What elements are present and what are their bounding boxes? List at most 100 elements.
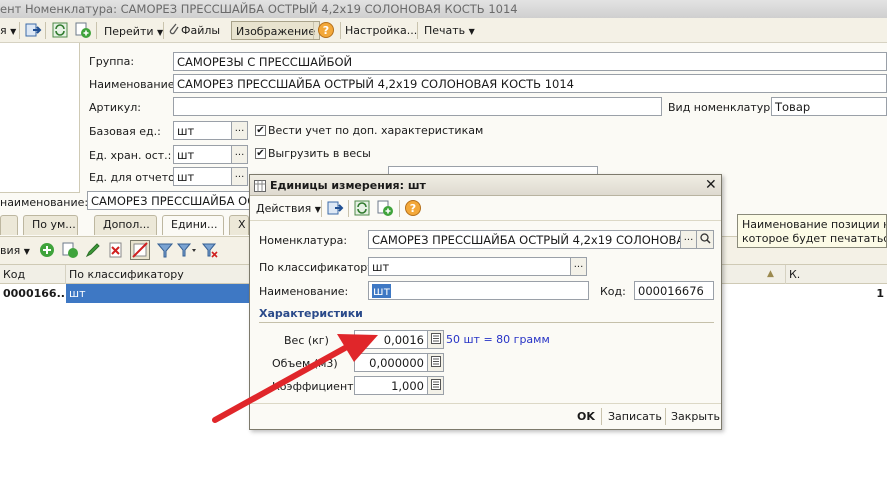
sort-icon: ▲: [767, 269, 774, 279]
tab-additional[interactable]: Допол...: [94, 215, 157, 235]
delete-row-button[interactable]: [107, 241, 125, 260]
toolbar-separator: [163, 22, 164, 39]
article-label: Артикул:: [89, 101, 141, 114]
weight-calculator-button[interactable]: [428, 330, 444, 349]
export-scales-checkbox[interactable]: ✔: [255, 148, 266, 159]
save-close-button[interactable]: [24, 21, 42, 40]
dialog-nomenclature-select-button[interactable]: ...: [681, 230, 697, 249]
volume-calculator-button[interactable]: [428, 353, 444, 372]
filter-clear-icon: [201, 243, 218, 258]
copy-button[interactable]: [74, 21, 92, 40]
column-header-k[interactable]: К.: [786, 265, 887, 284]
chevron-down-icon: ▼: [468, 27, 475, 36]
tab-defaults[interactable]: По ум...: [23, 215, 78, 235]
dialog-copy-button[interactable]: [376, 199, 394, 218]
store-unit-label: Ед. хран. ост.:: [89, 149, 172, 162]
save-button[interactable]: Записать: [608, 410, 662, 423]
dialog-nomenclature-field[interactable]: САМОРЕЗ ПРЕССШАЙБА ОСТРЫЙ 4,2х19 СОЛОНОВ…: [368, 230, 681, 249]
report-unit-field[interactable]: шт: [173, 167, 232, 186]
image-button[interactable]: Изображение: [231, 21, 321, 40]
edit-row-button[interactable]: [84, 241, 102, 260]
dialog-classifier-select-button[interactable]: ...: [571, 257, 587, 276]
track-char-checkbox[interactable]: ✔: [255, 125, 266, 136]
paperclip-icon: [169, 23, 179, 35]
dialog-nomenclature-open-button[interactable]: [697, 230, 714, 249]
dialog-help-button[interactable]: ?: [404, 199, 422, 218]
dialog-name-label: Наименование:: [259, 285, 349, 298]
filter-button[interactable]: [156, 241, 174, 260]
window-title-bar: ент Номенклатура: САМОРЕЗ ПРЕССШАЙБА ОСТ…: [0, 0, 887, 18]
dialog-classifier-field[interactable]: шт: [368, 257, 571, 276]
name-field[interactable]: САМОРЕЗ ПРЕССШАЙБА ОСТРЫЙ 4,2х19 СОЛОНОВ…: [173, 74, 887, 93]
weight-note: 50 шт = 80 грамм: [446, 333, 550, 346]
main-toolbar: я ▼ Перейти ▼ Файлы Изображение ? Настро…: [0, 18, 887, 43]
actions-menu[interactable]: я ▼: [0, 21, 16, 40]
table-icon: [254, 180, 266, 192]
settings-button[interactable]: Настройка...: [345, 21, 417, 40]
store-unit-select-button[interactable]: ...: [232, 145, 248, 164]
help-icon: ?: [405, 200, 421, 216]
filter-options-button[interactable]: [176, 241, 198, 260]
copy-row-button[interactable]: [61, 241, 79, 260]
help-button[interactable]: ?: [317, 21, 335, 40]
base-unit-select-button[interactable]: ...: [232, 121, 248, 140]
characteristics-section-title: Характеристики: [259, 307, 363, 320]
volume-field[interactable]: 0,000000: [354, 353, 428, 372]
base-unit-field[interactable]: шт: [173, 121, 232, 140]
units-dialog: Единицы измерения: шт ✕ Действия ▼ ? Ном…: [249, 174, 722, 430]
filter-icon: [156, 243, 174, 258]
filter-settings-icon: [176, 243, 196, 257]
row-code: 0000166...: [3, 287, 70, 300]
search-icon: [699, 233, 711, 244]
mark-delete-button[interactable]: [130, 240, 150, 260]
print-menu[interactable]: Печать ▼: [424, 21, 475, 40]
toolbar-separator: [665, 408, 666, 425]
dialog-refresh-button[interactable]: [353, 199, 371, 218]
full-name-field[interactable]: САМОРЕЗ ПРЕССШАЙБА ОСТРЫЙ 4,2х19 СОЛОНОВ…: [87, 191, 250, 210]
weight-field[interactable]: 0,0016: [354, 330, 428, 349]
svg-text:?: ?: [323, 24, 329, 37]
svg-text:?: ?: [410, 202, 416, 215]
section-divider: [259, 322, 714, 323]
grid-actions-label: вия: [0, 244, 21, 257]
close-icon[interactable]: ✕: [705, 175, 717, 196]
ok-button[interactable]: OK: [577, 410, 595, 423]
toolbar-separator: [340, 22, 341, 39]
calculator-icon: [430, 379, 441, 390]
coef-field[interactable]: 1,000: [354, 376, 428, 395]
toolbar-separator: [313, 22, 314, 39]
filter-clear-button[interactable]: [201, 241, 219, 260]
dialog-save-close-button[interactable]: [326, 199, 344, 218]
refresh-button[interactable]: [51, 21, 69, 40]
refresh-icon: [52, 22, 68, 38]
tooltip: Наименование позиции номе которое будет …: [737, 214, 887, 248]
column-header-code[interactable]: Код: [0, 265, 66, 284]
toolbar-separator: [601, 408, 602, 425]
dialog-name-field[interactable]: шт: [368, 281, 589, 300]
grid-actions-menu[interactable]: вия ▼: [0, 241, 30, 260]
report-unit-select-button[interactable]: ...: [232, 167, 248, 186]
pencil-icon: [85, 243, 100, 258]
files-button[interactable]: Файлы: [167, 21, 220, 40]
dialog-title-bar[interactable]: Единицы измерения: шт ✕: [250, 175, 721, 196]
article-field[interactable]: [173, 97, 662, 116]
kind-field[interactable]: Товар: [771, 97, 887, 116]
group-field[interactable]: САМОРЕЗЫ С ПРЕССШАЙБОЙ: [173, 52, 887, 71]
tab-main[interactable]: [0, 215, 18, 235]
chevron-down-icon: ▼: [10, 27, 17, 36]
add-row-button[interactable]: [38, 241, 56, 260]
coef-calculator-button[interactable]: [428, 376, 444, 395]
goto-menu[interactable]: Перейти ▼: [99, 21, 168, 40]
dialog-code-field[interactable]: 000016676: [634, 281, 714, 300]
toolbar-separator: [399, 200, 400, 217]
dialog-classifier-label: По классификатору:: [259, 261, 378, 274]
tab-units[interactable]: Едини...: [162, 215, 224, 235]
store-unit-field[interactable]: шт: [173, 145, 232, 164]
tab-characteristics[interactable]: Х: [229, 215, 249, 235]
dialog-actions-menu[interactable]: Действия ▼: [256, 199, 321, 218]
close-button[interactable]: Закрыть: [671, 410, 720, 423]
print-label: Печать: [424, 24, 466, 37]
save-close-icon: [25, 23, 42, 37]
copy-icon: [62, 242, 78, 258]
dialog-title: Единицы измерения: шт: [270, 179, 426, 192]
